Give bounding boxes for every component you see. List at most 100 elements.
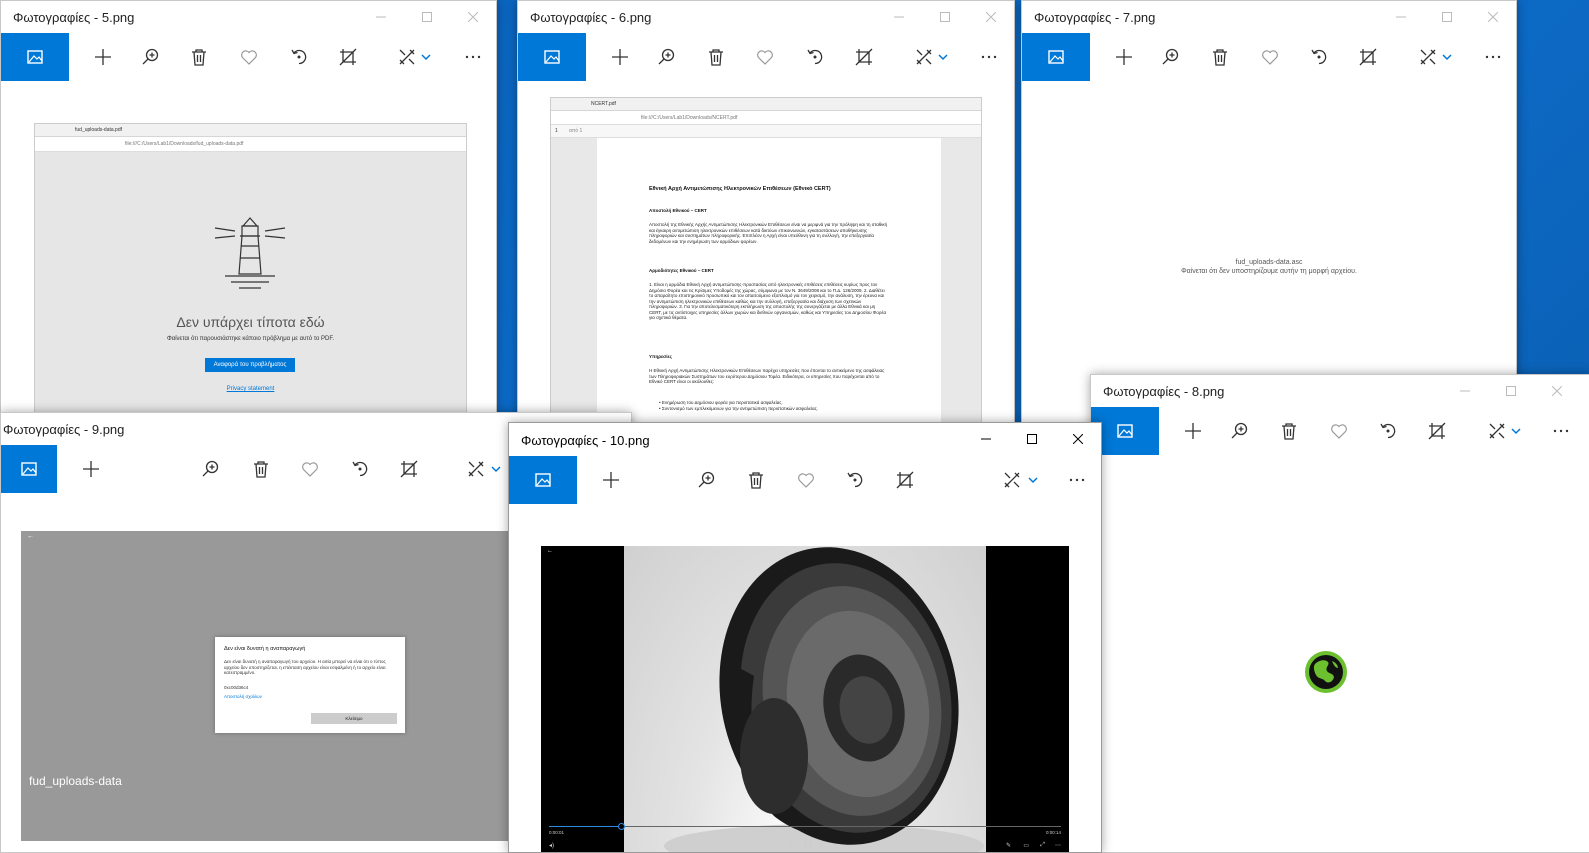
add-button[interactable] (1181, 419, 1205, 443)
minimize-button[interactable] (1442, 375, 1488, 407)
dialog-close-button[interactable]: Κλείσιμο (311, 713, 397, 724)
add-button[interactable] (91, 45, 115, 69)
delete-button[interactable] (187, 45, 211, 69)
more-button[interactable] (1065, 468, 1089, 492)
crop-button[interactable] (893, 468, 917, 492)
title-bar[interactable]: Φωτογραφίες - 7.png (1022, 1, 1516, 33)
crop-button[interactable] (1425, 419, 1449, 443)
browser-screenshot: fud_uploads-data.pdf file:///C:/Users/La… (34, 123, 467, 421)
add-button[interactable] (599, 468, 623, 492)
close-button[interactable] (968, 1, 1014, 33)
photo-tile-icon (544, 50, 560, 64)
volume-icon[interactable]: ◂) (549, 842, 554, 849)
close-button[interactable] (450, 1, 496, 33)
delete-button[interactable] (1208, 45, 1232, 69)
more-icon (465, 55, 481, 59)
edit-button[interactable] (1485, 419, 1509, 443)
crop-button[interactable] (1356, 45, 1380, 69)
edit-menu-chevron[interactable] (1509, 419, 1523, 443)
crop-button[interactable] (852, 45, 876, 69)
edit-menu-chevron[interactable] (419, 45, 433, 69)
zoom-in-button[interactable] (1228, 419, 1252, 443)
edit-button[interactable] (464, 457, 488, 481)
pause-icon[interactable]: ❚❚ (803, 842, 813, 849)
edit-menu-chevron[interactable] (1440, 45, 1454, 69)
seek-bar-thumb[interactable] (617, 823, 625, 830)
photo-tile-button[interactable] (518, 33, 586, 81)
privacy-link[interactable]: Privacy statement (35, 386, 466, 392)
more-icon[interactable]: ⋯ (1055, 842, 1061, 849)
image-canvas (1091, 455, 1589, 852)
rotate-button[interactable] (843, 468, 867, 492)
pencil-icon[interactable]: ✎ (1006, 842, 1011, 849)
fullscreen-icon[interactable]: ⤢ (1040, 842, 1045, 849)
back-arrow-icon[interactable]: ← (547, 548, 553, 554)
more-button[interactable] (1481, 45, 1505, 69)
add-button[interactable] (1112, 45, 1136, 69)
minimize-button[interactable] (963, 423, 1009, 455)
rotate-button[interactable] (1307, 45, 1331, 69)
favorite-button[interactable] (753, 45, 777, 69)
zoom-in-button[interactable] (199, 457, 223, 481)
report-problem-button[interactable]: Αναφορά του προβλήματος (205, 358, 295, 372)
photo-tile-button[interactable] (1, 445, 57, 493)
more-button[interactable] (977, 45, 1001, 69)
favorite-button[interactable] (298, 457, 322, 481)
more-button[interactable] (461, 45, 485, 69)
title-bar[interactable]: Φωτογραφίες - 5.png (1, 1, 496, 33)
rotate-button[interactable] (348, 457, 372, 481)
crop-button[interactable] (397, 457, 421, 481)
maximize-button[interactable] (922, 1, 968, 33)
send-feedback-link[interactable]: Αποστολή σχολίων (224, 694, 262, 699)
title-bar[interactable]: Φωτογραφίες - 6.png (518, 1, 1014, 33)
zoom-in-button[interactable] (1159, 45, 1183, 69)
minimize-button[interactable] (1378, 1, 1424, 33)
title-bar[interactable]: Φωτογραφίες - 10.png (509, 423, 1101, 455)
add-button[interactable] (79, 457, 103, 481)
crop-button[interactable] (336, 45, 360, 69)
photo-tile-button[interactable] (1, 33, 69, 81)
minimize-button[interactable] (358, 1, 404, 33)
edit-button[interactable] (1000, 468, 1024, 492)
favorite-button[interactable] (1327, 419, 1351, 443)
photo-tile-icon (27, 50, 43, 64)
favorite-button[interactable] (237, 45, 261, 69)
favorite-button[interactable] (1258, 45, 1282, 69)
edit-menu-chevron[interactable] (489, 457, 503, 481)
seek-bar-track[interactable] (549, 823, 1061, 830)
favorite-button[interactable] (794, 468, 818, 492)
maximize-button[interactable] (1424, 1, 1470, 33)
close-button[interactable] (1534, 375, 1580, 407)
edit-menu-chevron[interactable] (1026, 468, 1040, 492)
delete-button[interactable] (704, 45, 728, 69)
maximize-button[interactable] (404, 1, 450, 33)
edit-button[interactable] (1416, 45, 1440, 69)
edit-menu-chevron[interactable] (936, 45, 950, 69)
edit-button[interactable] (395, 45, 419, 69)
forward-icon[interactable]: ↻ (819, 842, 824, 849)
add-button[interactable] (608, 45, 632, 69)
photo-tile-button[interactable] (509, 456, 577, 504)
rotate-button[interactable] (287, 45, 311, 69)
rotate-button[interactable] (1376, 419, 1400, 443)
zoom-in-button[interactable] (695, 468, 719, 492)
title-bar[interactable]: Φωτογραφίες - 8.png (1091, 375, 1589, 407)
close-button[interactable] (1055, 423, 1101, 455)
close-button[interactable] (1470, 1, 1516, 33)
window-title: Φωτογραφίες - 7.png (1034, 10, 1156, 25)
miniview-icon[interactable]: ▭ (1023, 842, 1029, 849)
rotate-button[interactable] (803, 45, 827, 69)
back-arrow-icon[interactable]: ← (27, 533, 34, 540)
delete-button[interactable] (1277, 419, 1301, 443)
more-button[interactable] (1549, 419, 1573, 443)
rewind-icon[interactable]: ↺ (787, 842, 792, 849)
delete-button[interactable] (249, 457, 273, 481)
zoom-in-button[interactable] (139, 45, 163, 69)
minimize-button[interactable] (876, 1, 922, 33)
delete-button[interactable] (744, 468, 768, 492)
maximize-button[interactable] (1488, 375, 1534, 407)
photo-tile-button[interactable] (1022, 33, 1090, 81)
edit-button[interactable] (912, 45, 936, 69)
zoom-in-button[interactable] (655, 45, 679, 69)
maximize-button[interactable] (1009, 423, 1055, 455)
